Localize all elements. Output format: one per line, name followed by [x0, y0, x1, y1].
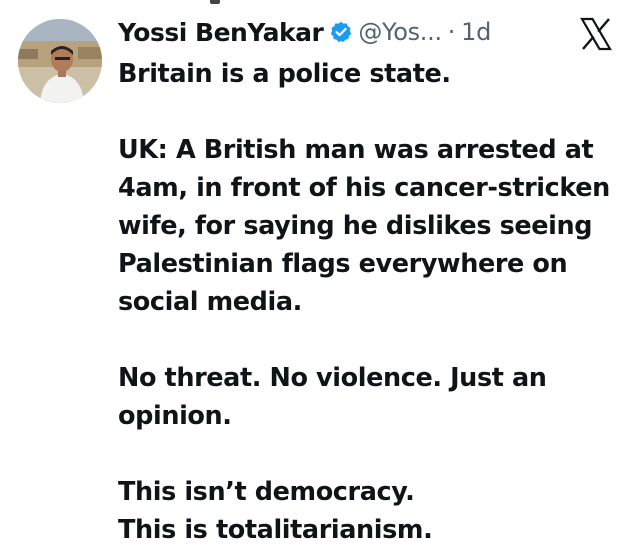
verified-badge-icon	[330, 21, 352, 43]
x-logo-icon	[579, 17, 613, 51]
tweet-paragraph: UK: A British man was arrested at 4am, i…	[118, 135, 610, 317]
author-display-name[interactable]: Yossi BenYakar	[118, 18, 324, 47]
tweet-timestamp[interactable]: 1d	[461, 18, 491, 46]
tweet: Yossi BenYakar @Yos... · 1d Britain is a…	[0, 0, 640, 545]
author-handle[interactable]: @Yos...	[358, 18, 442, 46]
avatar-photo-icon	[18, 19, 102, 103]
header-separator: ·	[447, 18, 456, 46]
tweet-paragraph: This isn’t democracy. This is totalitari…	[118, 477, 433, 545]
tweet-paragraph: No threat. No violence. Just an opinion.	[118, 363, 547, 431]
tweet-body: Britain is a police state. UK: A British…	[118, 55, 628, 549]
avatar[interactable]	[18, 19, 102, 103]
tweet-paragraph: Britain is a police state.	[118, 59, 451, 89]
tweet-header: Yossi BenYakar @Yos... · 1d	[118, 14, 491, 50]
